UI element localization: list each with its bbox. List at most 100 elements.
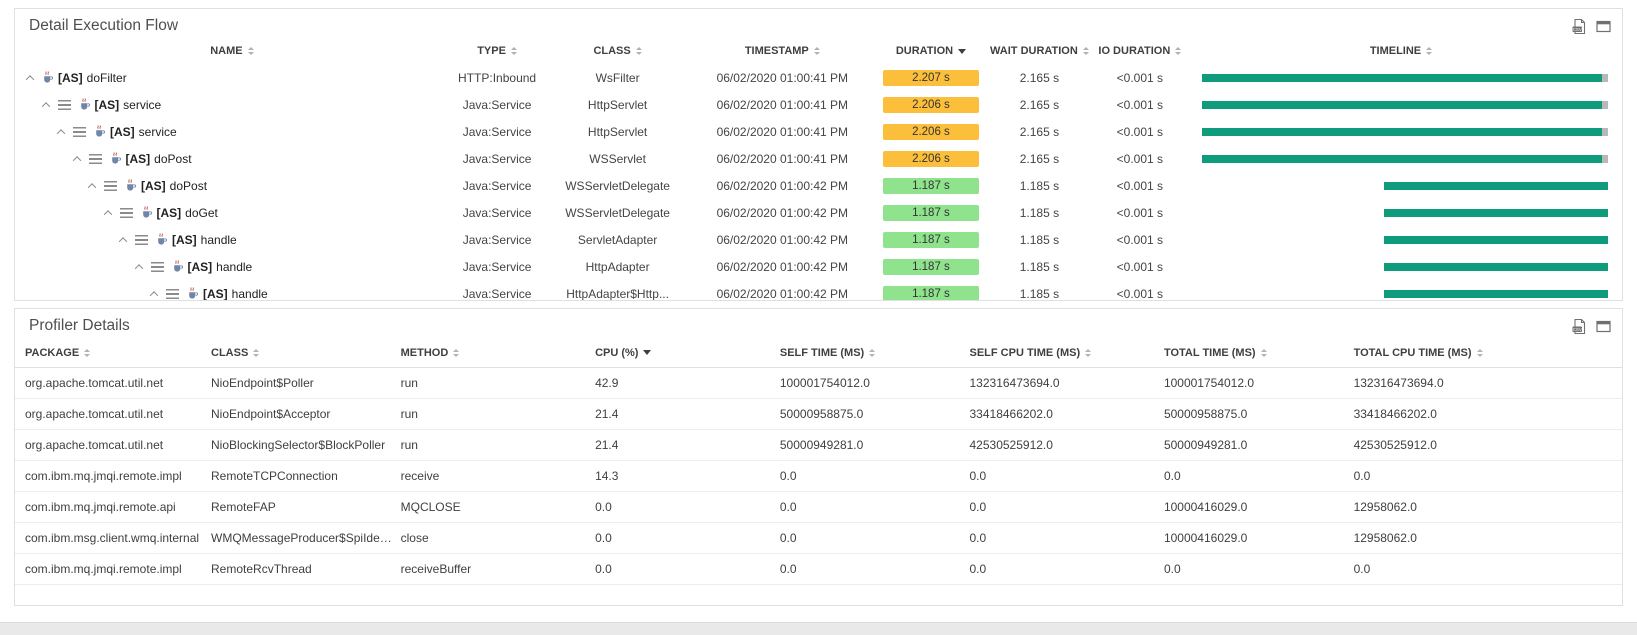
execution-flow-row[interactable]: [AS]handleJava:ServiceHttpAdapter$Http..… <box>15 280 1622 301</box>
self-time-cell: 0.0 <box>772 500 962 514</box>
column-header-timestamp[interactable]: TIMESTAMP <box>690 45 875 57</box>
column-header-total-time-ms[interactable]: TOTAL TIME (MS) <box>1156 347 1346 359</box>
details-menu-icon[interactable] <box>135 235 148 245</box>
table-row[interactable]: com.ibm.msg.client.wmq.internalWMQMessag… <box>15 523 1622 554</box>
collapse-chevron-icon[interactable] <box>134 264 142 272</box>
method-cell: run <box>393 376 587 390</box>
sort-icon[interactable] <box>253 349 259 357</box>
details-menu-icon[interactable] <box>89 154 102 164</box>
open-in-window-icon[interactable] <box>1595 318 1612 335</box>
sort-icon[interactable] <box>1426 47 1432 55</box>
timeline-tip <box>1602 74 1608 82</box>
details-menu-icon[interactable] <box>151 262 164 272</box>
column-header-self-time-ms[interactable]: SELF TIME (MS) <box>772 347 962 359</box>
details-menu-icon[interactable] <box>104 181 117 191</box>
package-cell: org.apache.tomcat.util.net <box>15 407 203 421</box>
timeline-track <box>1194 128 1608 136</box>
column-header-package[interactable]: PACKAGE <box>15 347 203 359</box>
column-header-timeline[interactable]: TIMELINE <box>1188 45 1622 57</box>
execution-flow-row[interactable]: [AS]doPostJava:ServiceWSServlet06/02/202… <box>15 145 1622 172</box>
java-method-icon <box>172 260 183 273</box>
sort-icon[interactable] <box>869 349 875 357</box>
svg-text:CSV: CSV <box>1573 26 1582 31</box>
self-time-cell: 100001754012.0 <box>772 376 962 390</box>
column-header-io-duration[interactable]: IO DURATION <box>1092 45 1188 57</box>
execution-flow-row[interactable]: [AS]doGetJava:ServiceWSServletDelegate06… <box>15 199 1622 226</box>
sort-icon[interactable] <box>643 350 651 355</box>
column-header-self-cpu-time-ms[interactable]: SELF CPU TIME (MS) <box>962 347 1156 359</box>
sort-icon[interactable] <box>1175 47 1181 55</box>
column-header-total-cpu-time-ms[interactable]: TOTAL CPU TIME (MS) <box>1346 347 1622 359</box>
execution-flow-row[interactable]: [AS]handleJava:ServiceServletAdapter06/0… <box>15 226 1622 253</box>
timestamp-cell: 06/02/2020 01:00:42 PM <box>690 287 875 301</box>
io-duration-cell: <0.001 s <box>1092 152 1188 166</box>
self-cpu-time-cell: 33418466202.0 <box>962 407 1156 421</box>
export-csv-icon[interactable]: CSV <box>1571 318 1588 335</box>
table-row[interactable]: org.apache.tomcat.util.netNioEndpoint$Ac… <box>15 399 1622 430</box>
sort-icon[interactable] <box>1083 47 1089 55</box>
details-menu-icon[interactable] <box>166 289 179 299</box>
duration-badge: 2.207 s <box>883 70 979 86</box>
table-row[interactable]: org.apache.tomcat.util.netNioBlockingSel… <box>15 430 1622 461</box>
collapse-chevron-icon[interactable] <box>26 75 34 83</box>
open-in-window-icon[interactable] <box>1595 18 1612 35</box>
execution-flow-row[interactable]: [AS]doFilterHTTP:InboundWsFilter06/02/20… <box>15 64 1622 91</box>
column-header-type[interactable]: TYPE <box>449 45 545 57</box>
table-row[interactable]: com.ibm.mq.jmqi.remote.implRemoteRcvThre… <box>15 554 1622 585</box>
column-header-class[interactable]: CLASS <box>203 347 393 359</box>
sort-icon[interactable] <box>1261 349 1267 357</box>
timeline-cell <box>1188 236 1622 244</box>
collapse-chevron-icon[interactable] <box>119 237 127 245</box>
timeline-track <box>1194 155 1608 163</box>
column-header-cpu[interactable]: CPU (%) <box>587 347 772 359</box>
column-header-wait-duration[interactable]: WAIT DURATION <box>987 45 1091 57</box>
collapse-chevron-icon[interactable] <box>88 183 96 191</box>
details-menu-icon[interactable] <box>73 127 86 137</box>
execution-flow-row[interactable]: [AS]serviceJava:ServiceHttpServlet06/02/… <box>15 91 1622 118</box>
details-menu-icon[interactable] <box>120 208 133 218</box>
timeline-bar <box>1202 101 1608 109</box>
sort-icon[interactable] <box>636 47 642 55</box>
io-duration-cell: <0.001 s <box>1092 125 1188 139</box>
execution-flow-row[interactable]: [AS]serviceJava:ServiceHttpServlet06/02/… <box>15 118 1622 145</box>
column-header-name[interactable]: NAME <box>15 45 449 57</box>
type-cell: Java:Service <box>449 152 545 166</box>
duration-badge: 1.187 s <box>883 178 979 194</box>
cpu-cell: 0.0 <box>587 531 772 545</box>
collapse-chevron-icon[interactable] <box>150 291 158 299</box>
sort-icon[interactable] <box>958 49 966 54</box>
details-menu-icon[interactable] <box>58 100 71 110</box>
collapse-chevron-icon[interactable] <box>57 129 65 137</box>
column-header-duration[interactable]: DURATION <box>875 45 987 57</box>
execution-flow-row[interactable]: [AS]doPostJava:ServiceWSServletDelegate0… <box>15 172 1622 199</box>
collapse-chevron-icon[interactable] <box>72 156 80 164</box>
sort-icon[interactable] <box>248 47 254 55</box>
export-csv-icon[interactable]: CSV <box>1571 18 1588 35</box>
column-header-class[interactable]: CLASS <box>545 45 690 57</box>
node-name: doFilter <box>87 71 127 85</box>
table-row[interactable]: com.ibm.mq.jmqi.remote.implRemoteTCPConn… <box>15 461 1622 492</box>
column-header-method[interactable]: METHOD <box>393 347 587 359</box>
timeline-track <box>1194 263 1608 271</box>
collapse-chevron-icon[interactable] <box>41 102 49 110</box>
class-cell: RemoteTCPConnection <box>203 469 393 483</box>
timeline-bar <box>1202 74 1608 82</box>
sort-icon[interactable] <box>84 349 90 357</box>
duration-cell: 1.187 s <box>875 205 987 221</box>
timeline-bar <box>1384 290 1607 298</box>
table-row[interactable]: com.ibm.mq.jmqi.remote.apiRemoteFAPMQCLO… <box>15 492 1622 523</box>
sort-icon[interactable] <box>511 47 517 55</box>
total-cpu-time-cell: 42530525912.0 <box>1346 438 1622 452</box>
sort-icon[interactable] <box>453 349 459 357</box>
method-cell: close <box>393 531 587 545</box>
execution-flow-row[interactable]: [AS]handleJava:ServiceHttpAdapter06/02/2… <box>15 253 1622 280</box>
collapse-chevron-icon[interactable] <box>103 210 111 218</box>
sort-icon[interactable] <box>1477 349 1483 357</box>
duration-cell: 1.187 s <box>875 232 987 248</box>
horizontal-scrollbar-track[interactable] <box>0 622 1637 635</box>
table-row[interactable]: org.apache.tomcat.util.netNioEndpoint$Po… <box>15 368 1622 399</box>
sort-icon[interactable] <box>814 47 820 55</box>
wait-duration-cell: 1.185 s <box>987 260 1091 274</box>
sort-icon[interactable] <box>1085 349 1091 357</box>
duration-cell: 2.207 s <box>875 70 987 86</box>
